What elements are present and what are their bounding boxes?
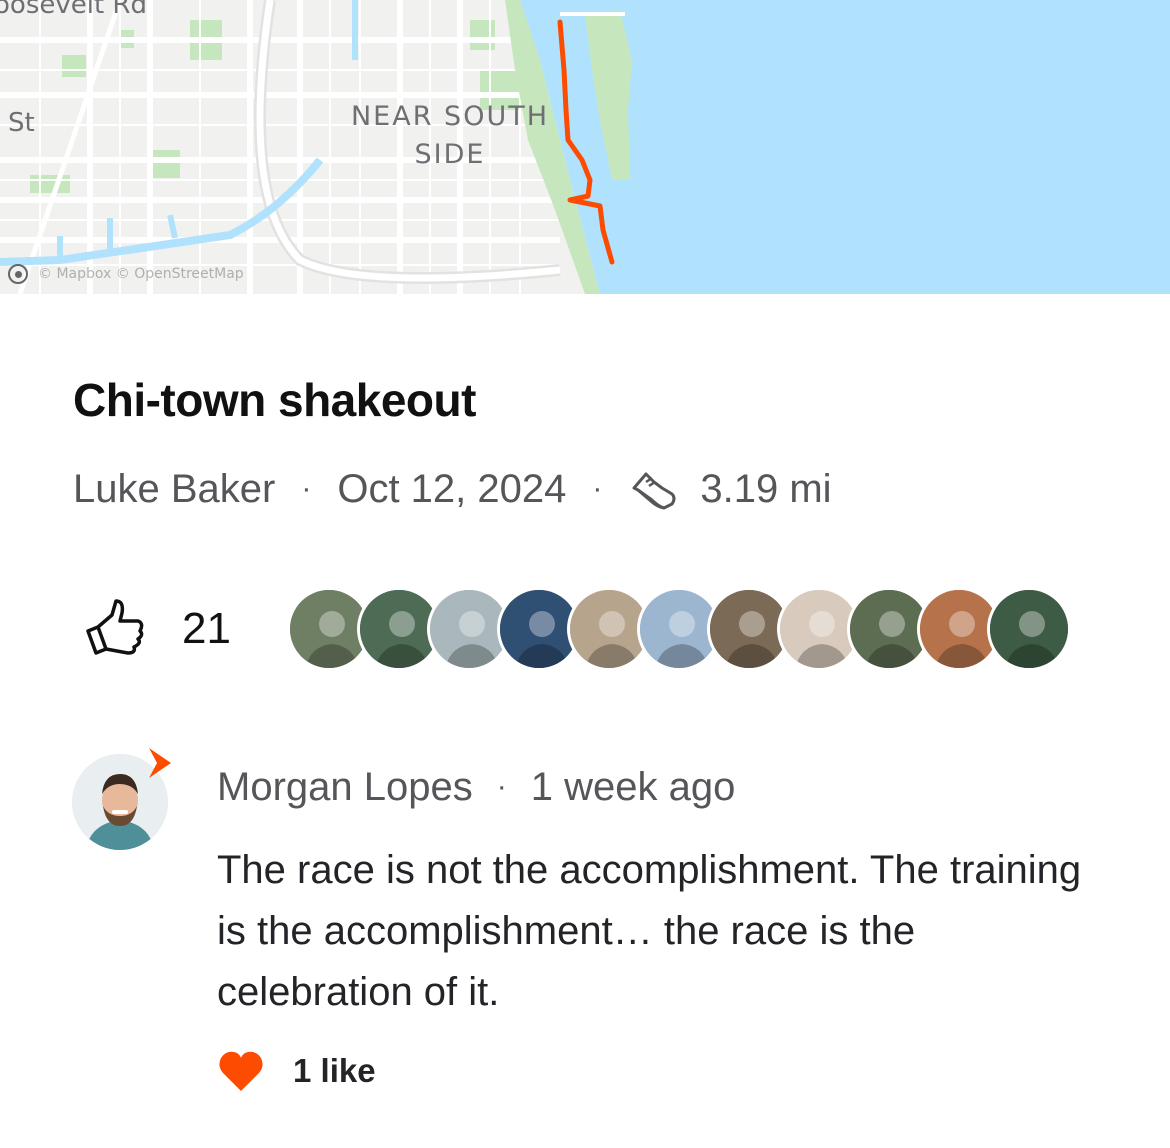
map-label-neighborhood-2: SIDE [414,139,486,170]
kudos-avatar[interactable] [986,587,1071,671]
comment-likes[interactable]: 1 like [217,1046,376,1096]
map-attribution[interactable]: © Mapbox © OpenStreetMap [8,262,244,286]
activity-meta: Luke Baker · Oct 12, 2024 · 3.19 mi [73,462,832,516]
activity-title: Chi-town shakeout [73,374,476,426]
comment-like-count: 1 like [293,1052,376,1089]
kudos-row[interactable]: 21 [84,584,1071,674]
running-shoe-icon [632,472,676,510]
comment-author[interactable]: Morgan Lopes [217,765,473,810]
map-canvas [0,0,1170,294]
heart-icon[interactable] [217,1049,265,1093]
separator-dot: · [301,472,312,505]
activity-distance: 3.19 mi [700,466,832,511]
subscriber-badge-icon [149,748,171,778]
map-label-roosevelt: oosevelt Rd [0,0,147,20]
comment-text: The race is not the accomplishment. The … [217,848,1082,1014]
kudos-avatars[interactable] [286,587,1071,671]
kudos-count: 21 [182,604,231,653]
activity-date: Oct 12, 2024 [337,466,567,511]
comment-time: 1 week ago [530,764,736,809]
separator-dot: · [496,770,507,803]
avatar-photo [989,590,1068,668]
comment-header: Morgan Lopes · 1 week ago [217,760,735,814]
athlete-name[interactable]: Luke Baker [73,467,275,512]
route-map[interactable]: oosevelt Rd St NEAR SOUTH SIDE © Mapbox … [0,0,1170,294]
mapbox-logo-icon [8,264,28,284]
attribution-text: © Mapbox © OpenStreetMap [38,266,244,282]
map-label-neighborhood-1: NEAR SOUTH [350,101,550,132]
thumbs-up-icon[interactable] [84,597,146,661]
map-label-street: St [8,108,35,138]
separator-dot: · [592,472,603,505]
